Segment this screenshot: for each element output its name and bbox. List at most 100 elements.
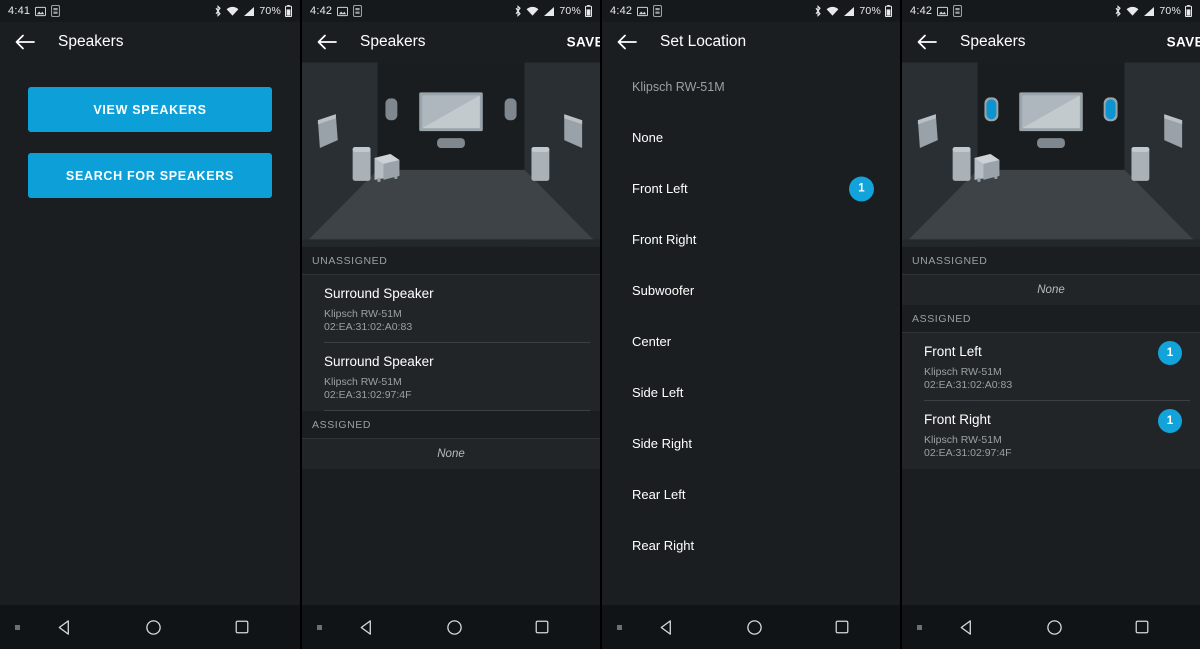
app-bar: Speakers SAVE (302, 22, 600, 62)
nav-home-icon[interactable] (145, 619, 162, 636)
status-bar: 4:42 70% (302, 0, 600, 22)
location-option-side-right[interactable]: Side Right (602, 418, 900, 469)
row-divider (324, 410, 590, 411)
status-time: 4:41 (8, 5, 31, 17)
speaker-list: UNASSIGNED None ASSIGNED Front Left Klip… (902, 247, 1200, 469)
nav-back-icon[interactable] (358, 619, 375, 636)
app-bar: Speakers SAVE (902, 22, 1200, 62)
back-arrow-icon[interactable] (916, 31, 938, 53)
speaker-row[interactable]: Front Right Klipsch RW-51M 02:EA:31:02:9… (902, 401, 1200, 469)
device-name-label: Klipsch RW-51M (632, 80, 725, 94)
location-option-front-right[interactable]: Front Right (602, 214, 900, 265)
assigned-empty-label: None (302, 439, 600, 469)
nav-recents-icon[interactable] (1134, 619, 1150, 635)
primary-actions: VIEW SPEAKERS SEARCH FOR SPEAKERS (0, 62, 300, 198)
assignment-badge: 1 (849, 176, 874, 201)
nav-recents-icon[interactable] (534, 619, 550, 635)
back-arrow-icon[interactable] (14, 31, 36, 53)
location-option-center[interactable]: Center (602, 316, 900, 367)
app-bar: Set Location (602, 22, 900, 62)
app-bar: Speakers (0, 22, 300, 62)
speaker-mac: 02:EA:31:02:A0:83 (924, 379, 1013, 391)
location-label: Center (632, 334, 672, 349)
bluetooth-icon (214, 5, 222, 17)
system-nav-bar (902, 605, 1200, 649)
location-option-rear-right[interactable]: Rear Right (602, 520, 900, 571)
location-option-rear-left[interactable]: Rear Left (602, 469, 900, 520)
speaker-row[interactable]: Surround Speaker Klipsch RW-51M 02:EA:31… (302, 275, 600, 343)
battery-percent: 70% (859, 5, 881, 17)
location-label: Front Left (632, 181, 688, 196)
assignment-badge: 1 (1158, 341, 1182, 365)
location-label: Subwoofer (632, 283, 695, 298)
nav-back-icon[interactable] (56, 619, 73, 636)
signal-icon (243, 6, 255, 17)
nav-recents-icon[interactable] (234, 619, 250, 635)
nav-back-icon[interactable] (658, 619, 675, 636)
speaker-list: UNASSIGNED Surround Speaker Klipsch RW-5… (302, 247, 600, 469)
screenshot-strip: 4:41 70% Speakers VIEW SPEAKERS SEARCH F… (0, 0, 1200, 649)
page-title: Speakers (58, 33, 124, 50)
location-option-subwoofer[interactable]: Subwoofer (602, 265, 900, 316)
save-button[interactable]: SAVE (567, 35, 600, 50)
battery-percent: 70% (259, 5, 281, 17)
section-header-unassigned: UNASSIGNED (902, 247, 1200, 275)
back-arrow-icon[interactable] (316, 31, 338, 53)
view-speakers-button[interactable]: VIEW SPEAKERS (28, 87, 272, 132)
location-label: Side Right (632, 436, 692, 451)
search-for-speakers-button[interactable]: SEARCH FOR SPEAKERS (28, 153, 272, 198)
status-bar: 4:41 70% (0, 0, 300, 22)
status-bar: 4:42 70% (602, 0, 900, 22)
save-button[interactable]: SAVE (1167, 35, 1200, 50)
location-label: Rear Right (632, 538, 695, 553)
speaker-row[interactable]: Surround Speaker Klipsch RW-51M 02:EA:31… (302, 343, 600, 411)
assigned-rows: Front Left Klipsch RW-51M 02:EA:31:02:A0… (902, 333, 1200, 469)
screen-speakers-empty: 4:41 70% Speakers VIEW SPEAKERS SEARCH F… (0, 0, 300, 649)
speaker-row[interactable]: Front Left Klipsch RW-51M 02:EA:31:02:A0… (902, 333, 1200, 401)
battery-icon (885, 5, 892, 17)
section-header-assigned: ASSIGNED (302, 411, 600, 439)
bluetooth-icon (1114, 5, 1122, 17)
speaker-model: Klipsch RW-51M (324, 308, 402, 320)
signal-icon (843, 6, 855, 17)
battery-icon (285, 5, 292, 17)
room-diagram-highlighted (902, 62, 1200, 247)
nav-home-icon[interactable] (1046, 619, 1063, 636)
page-title: Speakers (360, 33, 426, 50)
status-time: 4:42 (610, 5, 633, 17)
page-title: Speakers (960, 33, 1026, 50)
section-header-unassigned: UNASSIGNED (302, 247, 600, 275)
assignment-badge: 1 (1158, 409, 1182, 433)
location-option-side-left[interactable]: Side Left (602, 367, 900, 418)
unassigned-rows: Surround Speaker Klipsch RW-51M 02:EA:31… (302, 275, 600, 411)
location-option-none[interactable]: None (602, 112, 900, 163)
unassigned-empty-label: None (902, 275, 1200, 305)
speaker-mac: 02:EA:31:02:97:4F (324, 389, 412, 401)
speaker-location-name: Front Left (924, 344, 982, 359)
status-time: 4:42 (310, 5, 333, 17)
image-icon (35, 6, 47, 17)
location-label: Front Right (632, 232, 697, 247)
speaker-mac: 02:EA:31:02:97:4F (924, 447, 1012, 459)
location-label: None (632, 130, 664, 145)
wifi-icon (526, 6, 539, 17)
speaker-model: Klipsch RW-51M (324, 376, 402, 388)
sim-icon (653, 5, 663, 17)
status-time: 4:42 (910, 5, 933, 17)
speaker-model: Klipsch RW-51M (924, 366, 1002, 378)
screen-set-location: 4:42 70% Set Location Klipsch RW-51M Non… (600, 0, 900, 649)
nav-recents-icon[interactable] (834, 619, 850, 635)
battery-percent: 70% (1159, 5, 1181, 17)
speaker-mac: 02:EA:31:02:A0:83 (324, 321, 413, 333)
image-icon (337, 6, 349, 17)
nav-home-icon[interactable] (746, 619, 763, 636)
bluetooth-icon (514, 5, 522, 17)
back-arrow-icon[interactable] (616, 31, 638, 53)
speaker-name: Surround Speaker (324, 354, 434, 369)
nav-home-icon[interactable] (446, 619, 463, 636)
nav-back-icon[interactable] (958, 619, 975, 636)
image-icon (637, 6, 649, 17)
screen-speakers-assigned: 4:42 70% Speakers SAV UNASSIGNED None AS… (900, 0, 1200, 649)
section-header-assigned: ASSIGNED (902, 305, 1200, 333)
location-option-front-left[interactable]: Front Left 1 (602, 163, 900, 214)
